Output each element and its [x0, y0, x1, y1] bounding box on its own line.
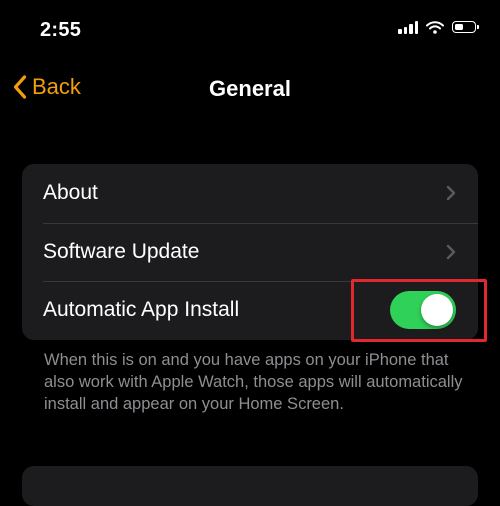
status-time: 2:55	[40, 19, 82, 41]
settings-footer-note: When this is on and you have apps on you…	[44, 351, 463, 413]
battery-icon	[452, 21, 479, 33]
settings-row-automatic-app-install: Automatic App Install	[22, 281, 478, 340]
settings-row-software-update[interactable]: Software Update	[22, 222, 478, 282]
page-title: General	[209, 76, 291, 101]
toggle-knob	[421, 294, 453, 327]
next-settings-group	[22, 466, 478, 506]
automatic-app-install-toggle[interactable]	[390, 291, 456, 330]
navigation-bar: Back General	[0, 60, 500, 116]
settings-group: About Software Update Automatic App Inst…	[22, 164, 478, 340]
cellular-signal-icon	[398, 20, 418, 34]
chevron-right-icon	[446, 244, 456, 259]
status-icons	[398, 20, 479, 34]
row-label: Software Update	[43, 239, 200, 263]
row-label: About	[43, 181, 98, 205]
row-label: Automatic App Install	[43, 298, 240, 322]
chevron-right-icon	[446, 186, 456, 201]
status-bar: 2:55	[0, 0, 500, 60]
wifi-icon	[426, 20, 444, 34]
settings-row-about[interactable]: About	[22, 164, 478, 223]
